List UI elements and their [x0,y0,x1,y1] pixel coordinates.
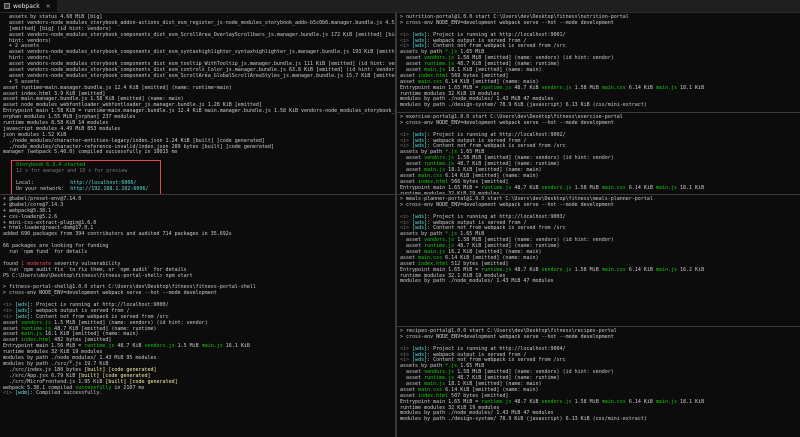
log-segment: vendors.js [541,266,572,273]
log-segment: 6.14 KiB [625,266,656,273]
pane-divider-right-3[interactable] [397,326,800,327]
window-titlebar: webpack ✕ [0,0,800,13]
pane-divider-right-2[interactable] [397,194,800,195]
log-segment: 1.58 MiB [571,84,602,91]
log-segment: main.css [601,398,626,405]
log-segment: 18.1 KiB [677,184,705,191]
pane-divider-right-1[interactable] [397,112,800,113]
log-segment: 1.58 MiB [571,266,602,273]
log-segment: 6.14 KiB [625,184,656,191]
log-segment: modules by path ./design-system/ 78.9 Ki… [400,102,647,109]
log-segment: 18.1 KiB [677,84,705,91]
pane-recipes-portal[interactable]: > recipes-portal@1.0.0 start C:\Users\de… [397,327,800,437]
log-segment: main.js [655,398,677,405]
pane-divider-vertical[interactable] [395,13,397,437]
log-segment: main.css [601,184,626,191]
log-segment: in 2107 ms [111,384,145,391]
pane-fitness-portal-shell[interactable]: + @babel/preset-env@7.14.0 + @babel/core@… [0,195,395,437]
pane-divider-left[interactable] [0,194,395,195]
log-segment: <i> [3,390,16,397]
log-segment: 48.7 KiB [511,184,542,191]
log-line: <i> [wdm]: Compiled successfully. [3,390,392,397]
log-segment: modules by path ./design-system/ 78.9 Ki… [400,416,647,423]
terminal-icon [4,3,10,9]
storybook-log-before: assets by status 4.68 MiB [big] asset ve… [3,14,395,156]
log-segment: 48.7 KiB [511,84,542,91]
log-segment: 18.1 KiB [677,398,705,405]
log-segment: asset vendors-node_modules_storybook_com… [3,31,395,38]
tab-title: webpack [13,2,40,10]
log-segment: 16.2 KiB [677,266,705,273]
log-segment: main.js [201,343,223,350]
log-segment: 6.14 KiB [625,398,656,405]
log-segment: > cross-env NODE_ENV=development webpack… [400,19,614,26]
log-segment: vendors.js [144,343,175,350]
pane-meals-planner-portal[interactable]: > meals-planner-portal@1.0.0 start C:\Us… [397,195,800,326]
log-segment: 48.7 KiB [114,343,145,350]
log-segment: 48.7 KiB [511,266,542,273]
log-segment: main.css [601,266,626,273]
log-segment: vendors.js [541,184,572,191]
network-label: On your network: [16,185,65,192]
log-segment: main.js [655,184,677,191]
storybook-network-row: On your network: http://192.168.1.102:60… [16,185,156,193]
log-segment: : Compiled successfully. [30,390,103,397]
log-segment: 1.58 MiB [571,184,602,191]
close-icon[interactable]: ✕ [46,3,51,10]
log-segment: asset vendors-node_modules_storybook_com… [3,49,395,56]
log-line: asset vendors-node_modules_storybook_com… [3,72,395,80]
log-line: modules by path ./design-system/ 78.9 Ki… [400,102,797,109]
log-segment: manager (webpack 5.40.0) compiled succes… [3,149,178,156]
pane-storybook[interactable]: assets by status 4.68 MiB [big] asset ve… [0,13,395,194]
log-segment: > cross-env NODE_ENV=development webpack… [400,201,614,208]
log-segment: asset vendors-node_modules_storybook_com… [9,72,395,79]
log-segment: modules by path ./node_modules/ 1.43 MiB… [400,278,554,285]
log-segment: 6.14 KiB [625,84,656,91]
log-segment: [wdm] [15,390,31,397]
storybook-started-box: Storybook 6.3.4 started 12 s for manager… [11,160,161,194]
terminal-tab[interactable]: webpack ✕ [0,0,57,12]
log-segment: vendors.js [541,84,572,91]
log-segment: PS C:\Users\dev\Desktop\fitness\fitness-… [3,272,193,279]
log-segment: added 690 packages from 394 contributors… [3,231,232,238]
network-url[interactable]: http://192.168.1.102:6006/ [70,186,148,192]
log-line: modules by path ./node_modules/ 1.43 MiB… [400,279,797,285]
log-line: manager (webpack 5.40.0) compiled succes… [3,150,392,156]
log-segment: main.js [655,266,677,273]
log-segment: run `npm fund` for details [3,249,88,256]
log-segment: 16.1 KiB [222,343,250,350]
log-segment: 1.5 MiB [174,343,202,350]
log-segment: > cross-env NODE_ENV=development webpack… [3,290,217,297]
terminal-pane-grid: assets by status 4.68 MiB [big] asset ve… [0,13,800,437]
log-segment: > cross-env NODE_ENV=development webpack… [400,119,614,126]
log-segment: vendors.js [541,398,572,405]
pane-nutrition-portal[interactable]: > nutrition-portal@1.0.0 start C:\Users\… [397,13,800,112]
log-segment: main.js [655,84,677,91]
pane-exercise-portal[interactable]: > exercise-portal@1.0.0 start C:\Users\d… [397,113,800,194]
log-segment: 48.7 KiB [511,398,542,405]
log-segment: main.css [601,84,626,91]
log-segment: 1.58 MiB [571,398,602,405]
log-line: asset vendors-node_modules_storybook_com… [3,49,395,56]
log-line: modules by path ./design-system/ 78.9 Ki… [400,416,797,423]
log-segment: > cross-env NODE_ENV=development webpack… [400,333,614,340]
log-line: asset vendors-node_modules_storybook_com… [3,31,395,39]
